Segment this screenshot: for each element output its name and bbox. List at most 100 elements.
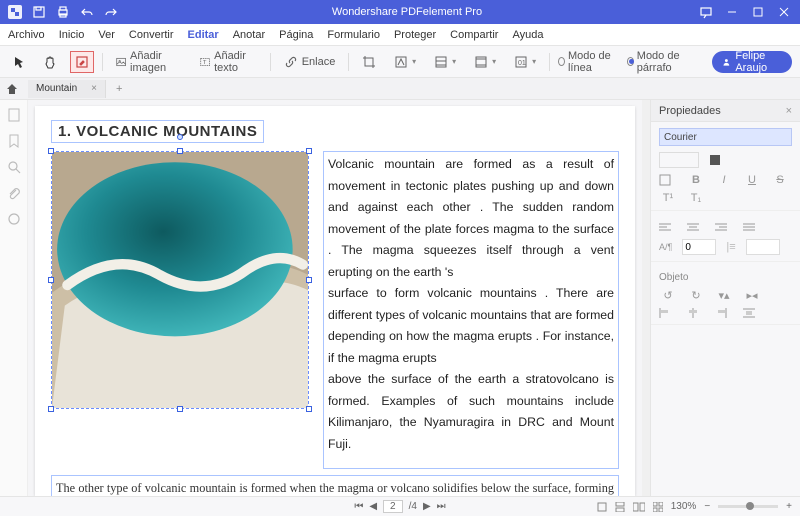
font-color-button[interactable] xyxy=(709,154,727,166)
maximize-button[interactable] xyxy=(746,2,770,22)
align-obj-center-button[interactable] xyxy=(687,308,705,318)
border-button[interactable] xyxy=(659,174,677,186)
link-button[interactable]: Enlace xyxy=(279,51,341,73)
page-canvas[interactable]: 1. VOLCANIC MOUNTAINS xyxy=(28,100,642,496)
underline-button[interactable]: U xyxy=(743,174,761,186)
zoom-in-button[interactable]: + xyxy=(786,501,792,512)
font-select[interactable]: Courier xyxy=(659,128,792,146)
bookmarks-icon[interactable] xyxy=(7,134,21,148)
feedback-icon[interactable] xyxy=(694,2,718,22)
zoom-value[interactable]: 130% xyxy=(671,501,697,512)
menu-archivo[interactable]: Archivo xyxy=(8,29,45,41)
menu-inicio[interactable]: Inicio xyxy=(59,29,85,41)
last-page-button[interactable]: ⏭ xyxy=(437,501,446,512)
align-center-button[interactable] xyxy=(687,223,705,233)
vertical-scrollbar[interactable] xyxy=(642,100,650,496)
menu-proteger[interactable]: Proteger xyxy=(394,29,436,41)
properties-close-icon[interactable]: × xyxy=(786,105,792,117)
align-justify-button[interactable] xyxy=(743,223,761,233)
align-obj-left-button[interactable] xyxy=(659,308,677,318)
menu-pagina[interactable]: Página xyxy=(279,29,313,41)
menu-ayuda[interactable]: Ayuda xyxy=(512,29,543,41)
indent-input[interactable] xyxy=(682,239,716,255)
new-tab-button[interactable]: + xyxy=(112,83,126,95)
view-facing-icon[interactable] xyxy=(633,502,645,512)
view-continuous-icon[interactable] xyxy=(615,502,625,512)
add-image-button[interactable]: Añadir imagen xyxy=(111,51,187,73)
print-icon[interactable] xyxy=(54,3,72,21)
page-current[interactable]: 2 xyxy=(383,500,403,513)
app-logo-icon[interactable] xyxy=(6,3,24,21)
distribute-button[interactable] xyxy=(743,308,761,318)
tab-mountain[interactable]: Mountain × xyxy=(28,80,106,98)
watermark-tool[interactable]: ▾ xyxy=(389,51,421,73)
align-left-button[interactable] xyxy=(659,223,677,233)
line-spacing-icon[interactable]: |≡ xyxy=(726,241,735,253)
menu-anotar[interactable]: Anotar xyxy=(233,29,265,41)
select-tool[interactable] xyxy=(8,51,30,73)
user-account-button[interactable]: Felipe Araujo xyxy=(712,51,792,73)
resize-handle-bl[interactable] xyxy=(48,406,54,412)
mode-line-radio[interactable]: Modo de línea xyxy=(558,50,619,74)
zoom-out-button[interactable]: − xyxy=(704,501,710,512)
next-page-button[interactable]: ▶ xyxy=(423,501,431,512)
header-footer-tool[interactable]: ▾ xyxy=(469,51,501,73)
flip-horizontal-button[interactable]: ▸◂ xyxy=(743,289,761,302)
superscript-button[interactable]: T¹ xyxy=(659,192,677,204)
bates-tool[interactable]: 01▾ xyxy=(509,51,541,73)
text-block-right[interactable]: Volcanic mountain are formed as a result… xyxy=(323,151,619,469)
edit-object-tool[interactable] xyxy=(70,51,94,73)
strikethrough-button[interactable]: S xyxy=(771,174,789,186)
rotate-cw-button[interactable]: ↻ xyxy=(687,289,705,302)
document-heading[interactable]: 1. VOLCANIC MOUNTAINS xyxy=(51,120,264,143)
selected-image[interactable] xyxy=(51,151,309,409)
rotate-ccw-button[interactable]: ↺ xyxy=(659,289,677,302)
close-button[interactable] xyxy=(772,2,796,22)
bold-button[interactable]: B xyxy=(687,174,705,186)
resize-handle-mr[interactable] xyxy=(306,277,312,283)
resize-handle-bm[interactable] xyxy=(177,406,183,412)
resize-handle-tm[interactable] xyxy=(177,148,183,154)
line-spacing-input[interactable] xyxy=(746,239,780,255)
minimize-button[interactable] xyxy=(720,2,744,22)
tab-label: Mountain xyxy=(36,83,77,94)
menu-formulario[interactable]: Formulario xyxy=(327,29,380,41)
menu-convertir[interactable]: Convertir xyxy=(129,29,174,41)
view-single-icon[interactable] xyxy=(597,502,607,512)
resize-handle-ml[interactable] xyxy=(48,277,54,283)
italic-button[interactable]: I xyxy=(715,174,733,186)
resize-handle-tr[interactable] xyxy=(306,148,312,154)
home-tab-icon[interactable] xyxy=(6,83,22,95)
comments-icon[interactable] xyxy=(7,212,21,226)
thumbnails-icon[interactable] xyxy=(7,108,21,122)
zoom-slider[interactable] xyxy=(718,505,778,508)
tab-close-icon[interactable]: × xyxy=(91,83,97,94)
resize-handle-tl[interactable] xyxy=(48,148,54,154)
view-grid-icon[interactable] xyxy=(653,502,663,512)
flip-vertical-button[interactable]: ▾▴ xyxy=(715,289,733,302)
redo-icon[interactable] xyxy=(102,3,120,21)
menu-compartir[interactable]: Compartir xyxy=(450,29,498,41)
hand-tool[interactable] xyxy=(38,51,62,73)
pdf-page: 1. VOLCANIC MOUNTAINS xyxy=(35,106,635,496)
save-icon[interactable] xyxy=(30,3,48,21)
menu-editar[interactable]: Editar xyxy=(188,29,219,41)
resize-handle-br[interactable] xyxy=(306,406,312,412)
search-icon[interactable] xyxy=(7,160,21,174)
font-size-field[interactable] xyxy=(659,152,699,168)
text-block-below[interactable]: The other type of volcanic mountain is f… xyxy=(51,475,619,496)
undo-icon[interactable] xyxy=(78,3,96,21)
left-sidebar xyxy=(0,100,28,496)
mode-paragraph-radio[interactable]: Modo de párrafo xyxy=(627,50,696,74)
align-right-button[interactable] xyxy=(715,223,733,233)
background-tool[interactable]: ▾ xyxy=(429,51,461,73)
subscript-button[interactable]: T₁ xyxy=(687,192,705,204)
add-text-button[interactable]: TAñadir texto xyxy=(195,51,262,73)
align-obj-right-button[interactable] xyxy=(715,308,733,318)
rotate-handle[interactable] xyxy=(177,134,183,140)
menu-ver[interactable]: Ver xyxy=(98,29,115,41)
prev-page-button[interactable]: ◀ xyxy=(369,501,377,512)
attachments-icon[interactable] xyxy=(7,186,21,200)
crop-tool[interactable] xyxy=(357,51,381,73)
first-page-button[interactable]: ⏮ xyxy=(354,501,363,512)
